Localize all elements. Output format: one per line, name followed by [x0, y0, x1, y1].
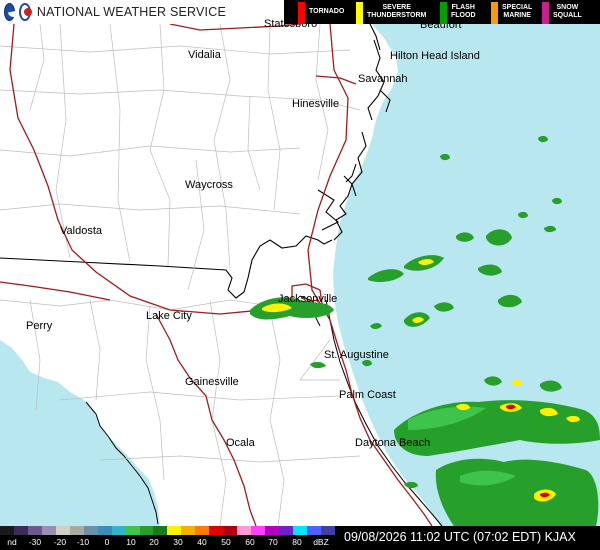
warning-label: FLASH — [451, 4, 475, 11]
city-valdosta: Valdosta — [60, 225, 103, 237]
warning-label: TORNADO — [309, 8, 345, 15]
warning-tornado: TORNADO — [298, 0, 344, 24]
city-savannah: Savannah — [358, 73, 408, 85]
reflectivity-color-bar — [0, 526, 335, 535]
scale-color-cell — [97, 526, 112, 535]
scale-color-cell — [0, 526, 14, 535]
radar-viewer: Statesboro Beaufort Vidalia Hilton Head … — [0, 0, 600, 550]
header-bar: NATIONAL WEATHER SERVICE TORNADO SEVERE T… — [0, 0, 600, 24]
scale-color-cell — [293, 526, 307, 535]
warning-label: SPECIAL — [502, 4, 533, 11]
radar-map[interactable]: Statesboro Beaufort Vidalia Hilton Head … — [0, 0, 600, 550]
city-vidalia: Vidalia — [188, 49, 222, 61]
warning-flash-flood: FLASH FLOOD — [440, 0, 476, 24]
scale-color-cell — [223, 526, 238, 535]
scale-color-cell — [69, 526, 84, 535]
scale-color-cell — [13, 526, 28, 535]
city-gainesville: Gainesville — [185, 376, 239, 388]
scale-color-cell — [306, 526, 321, 535]
special-marine-swatch — [491, 1, 498, 24]
warning-special-marine: SPECIAL MARINE — [491, 0, 532, 24]
warning-legend: TORNADO SEVERE THUNDERSTORM FLASH FLOOD SP… — [284, 0, 600, 24]
scale-color-cell — [41, 526, 56, 535]
scale-color-cell — [111, 526, 126, 535]
scale-color-cell — [27, 526, 42, 535]
noaa-logo-icon — [4, 3, 16, 21]
snow-squall-swatch — [542, 1, 549, 24]
city-hilton-head-island: Hilton Head Island — [390, 50, 480, 62]
scale-color-cell — [237, 526, 252, 535]
reflectivity-labels: nd -30 -20 -10 0 10 20 30 40 50 60 70 80… — [0, 537, 335, 549]
warning-severe-thunderstorm: SEVERE THUNDERSTORM — [356, 0, 426, 24]
city-jacksonville: Jacksonville — [278, 293, 337, 305]
scale-color-cell — [265, 526, 280, 535]
city-lake-city: Lake City — [146, 310, 192, 322]
scale-color-cell — [209, 526, 224, 535]
scale-color-cell — [195, 526, 210, 535]
warning-snow-squall: SNOW SQUALL — [542, 0, 582, 24]
scale-color-cell — [83, 526, 98, 535]
scale-color-cell — [279, 526, 294, 535]
city-daytona-beach: Daytona Beach — [355, 437, 430, 449]
agency-title: NATIONAL WEATHER SERVICE — [36, 5, 226, 19]
warning-label-2: THUNDERSTORM — [367, 12, 427, 19]
scale-color-cell — [55, 526, 70, 535]
scale-color-cell — [181, 526, 196, 535]
warning-label-2: SQUALL — [553, 12, 582, 19]
city-st-augustine: St. Augustine — [324, 349, 389, 361]
scale-color-cell — [125, 526, 140, 535]
warning-label: SNOW — [556, 4, 579, 11]
reflectivity-scale: nd -30 -20 -10 0 10 20 30 40 50 60 70 80… — [0, 526, 335, 550]
flash-flood-swatch — [440, 1, 447, 24]
city-palm-coast: Palm Coast — [339, 389, 396, 401]
city-hinesville: Hinesville — [292, 98, 339, 110]
warning-label: SEVERE — [382, 4, 411, 11]
scale-color-cell — [320, 526, 335, 535]
scale-color-cell — [153, 526, 168, 535]
echo-cluster-southeast — [435, 458, 599, 526]
nws-logo-icon — [19, 3, 32, 21]
warning-label-2: FLOOD — [451, 12, 476, 19]
scale-color-cell — [251, 526, 266, 535]
city-waycross: Waycross — [185, 179, 233, 191]
scale-label: dBZ — [313, 537, 329, 547]
radar-timestamp: 09/08/2026 11:02 UTC (07:02 EDT) KJAX — [344, 530, 576, 544]
footer-bar: nd -30 -20 -10 0 10 20 30 40 50 60 70 80… — [0, 526, 600, 550]
warning-label-2: MARINE — [503, 12, 531, 19]
scale-color-cell — [167, 526, 182, 535]
tornado-swatch — [298, 1, 305, 24]
scale-color-cell — [139, 526, 154, 535]
agency-brand: NATIONAL WEATHER SERVICE — [0, 0, 226, 24]
city-ocala: Ocala — [226, 437, 256, 449]
severe-thunderstorm-swatch — [356, 1, 363, 24]
city-perry: Perry — [26, 320, 53, 332]
